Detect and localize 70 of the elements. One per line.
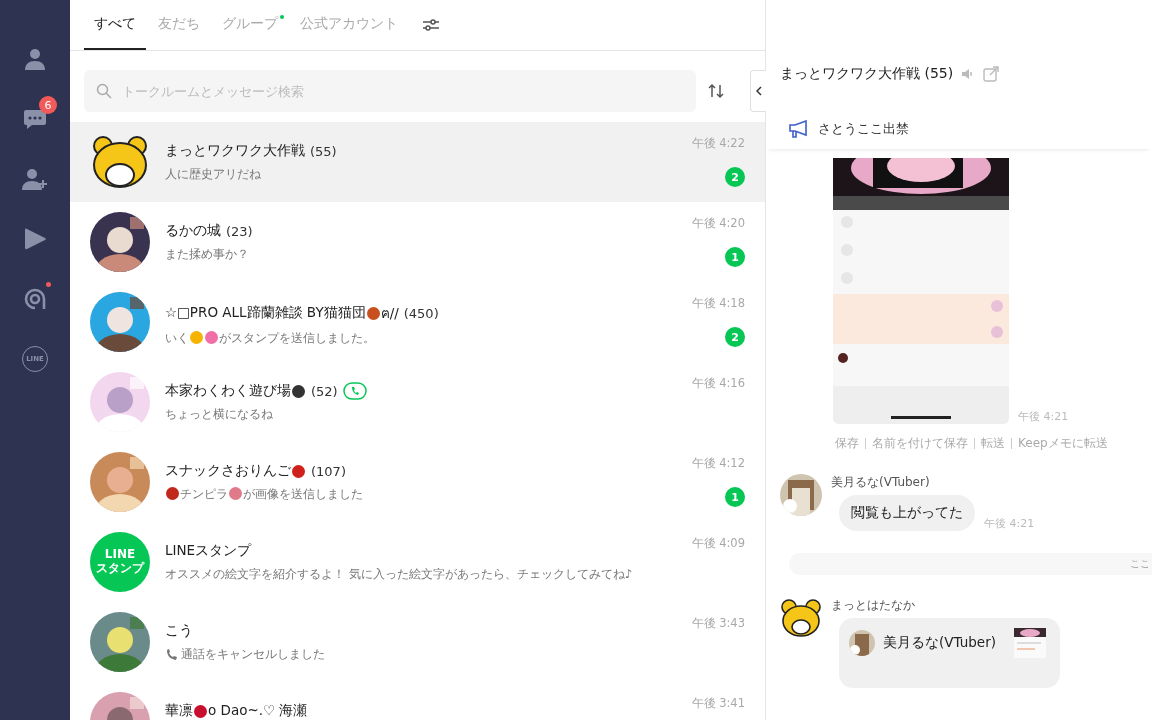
chat-list-item[interactable]: 本家わくわく遊び場 (52) ちょっと横になるね 午後 4:16	[70, 362, 765, 442]
member-count: (107)	[311, 463, 346, 479]
message-preview: 通話をキャンセルしました	[181, 647, 325, 661]
message-preview: また揉め事か？	[165, 247, 249, 261]
member-count: (52)	[311, 383, 338, 399]
message-bubble: 閲覧も上がってた	[839, 495, 975, 531]
message-preview: がスタンプを送信しました。	[219, 331, 375, 345]
unread-badge: 2	[725, 167, 745, 187]
letter-icon[interactable]	[23, 287, 47, 311]
chat-name: 華凛	[165, 702, 193, 720]
quoted-sender: 美月るな(VTuber)	[883, 634, 996, 652]
chat-icon[interactable]	[23, 108, 47, 130]
chat-name: o Dao~.♡ 海瀬	[208, 702, 308, 720]
member-count: (55)	[310, 143, 337, 159]
tab[interactable]: すべて	[84, 0, 146, 50]
timestamp: 午後 3:43	[691, 616, 745, 631]
unread-badge: 1	[725, 247, 745, 267]
timestamp: 午後 4:20	[691, 216, 745, 231]
chat-list-item[interactable]: 華凛 o Dao~.♡ 海瀬 午後 3:41	[70, 682, 765, 720]
timestamp: 午後 3:41	[691, 696, 745, 711]
unread-badge: 1	[725, 487, 745, 507]
timestamp: 午後 4:09	[691, 536, 745, 551]
chat-title: まっとワクワク大作戦 (55)	[780, 65, 954, 83]
message-preview: が画像を送信しました	[243, 487, 363, 501]
chat-list-item[interactable]: ☆□PRO ALL蹄蘭雑談 BY猫猫団 ฅ// (450) いく がスタンプを送信しました。 午後 4:18 2	[70, 282, 765, 362]
chat-list-item[interactable]: るかの城 (23) また揉め事か？ 午後 4:20 1	[70, 202, 765, 282]
announcement-bar[interactable]: さとうここ出禁	[766, 109, 1152, 149]
message-preview: 人に歴史アリだね	[165, 167, 261, 181]
sender-name: まっとはたなか	[831, 597, 916, 614]
sender-name: 美月るな(VTuber)	[831, 474, 931, 491]
notification-dot	[280, 15, 284, 19]
chat-name: るかの城	[165, 222, 221, 240]
chat-list-item[interactable]: こう 通話をキャンセルしました 午後 3:43	[70, 602, 765, 682]
message-preview: オススメの絵文字を紹介するよ！ 気に入った絵文字があったら、チェックしてみてね♪	[165, 567, 633, 581]
member-count: (450)	[403, 305, 439, 321]
unread-badge: 2	[725, 327, 745, 347]
chat-name: まっとワクワク大作戦	[165, 142, 305, 160]
sort-icon[interactable]	[708, 83, 724, 99]
chat-name: スナックさおりんご	[165, 462, 291, 480]
message-preview: ちょっと横になるね	[165, 407, 273, 421]
timestamp: 午後 4:22	[691, 136, 745, 151]
message-preview: チンピラ	[180, 487, 228, 501]
bear-avatar	[780, 597, 822, 639]
timestamp: 午後 4:21	[984, 516, 1035, 531]
person-icon[interactable]	[23, 47, 47, 71]
search-icon	[96, 83, 112, 99]
chat-list-item[interactable]: まっとワクワク大作戦 (55) 人に歴史アリだね 午後 4:22 2	[70, 122, 765, 202]
chevron-left-icon	[755, 86, 762, 96]
avatar: LINE スタンプ	[90, 532, 150, 592]
add-person-icon[interactable]	[22, 167, 48, 191]
chat-list-item[interactable]: LINE スタンプ LINEスタンプ オススメの絵文字を紹介するよ！ 気に入った絵文字があったら、チェックしてみてね♪ 午後 4:09	[70, 522, 765, 602]
megaphone-icon	[788, 120, 808, 138]
timestamp: 午後 4:12	[691, 456, 745, 471]
member-count: (23)	[226, 223, 253, 239]
announcement-text: さとうここ出禁	[818, 120, 909, 138]
chat-list-item[interactable]: スナックさおりんご (107) チンピラ が画像を送信しました 午後 4:12 1	[70, 442, 765, 522]
chat-name: ☆□PRO ALL蹄蘭雑談 BY猫猫団	[165, 304, 366, 322]
timestamp: 午後 4:21	[1018, 409, 1069, 424]
timestamp: 午後 4:16	[691, 376, 745, 391]
message-preview: いく	[165, 331, 189, 345]
timestamp: 午後 4:18	[691, 296, 745, 311]
unread-badge: 6	[39, 96, 57, 114]
chat-name: ฅ//	[380, 304, 399, 323]
play-icon[interactable]	[23, 228, 47, 250]
divider-text: ここ	[1130, 557, 1150, 571]
chat-name: LINEスタンプ	[165, 542, 252, 560]
chat-name: 本家わくわく遊び場	[165, 382, 291, 400]
chat-name: こう	[165, 622, 193, 640]
filter-icon[interactable]	[422, 18, 440, 32]
collapse-button[interactable]	[750, 70, 766, 112]
